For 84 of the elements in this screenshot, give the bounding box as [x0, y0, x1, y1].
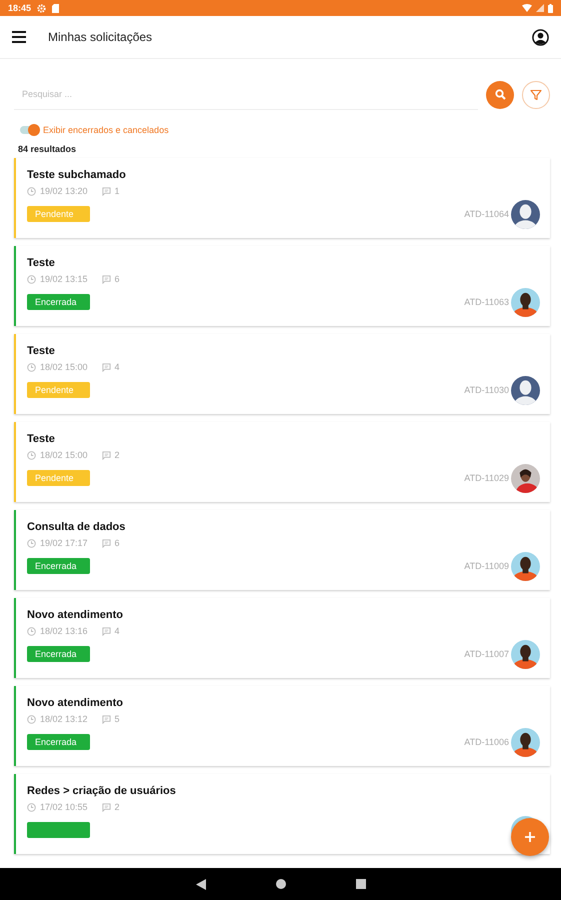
- request-title: Consulta de dados: [27, 521, 126, 533]
- clock-icon: [27, 274, 36, 284]
- request-title: Redes > criação de usuários: [27, 785, 177, 797]
- request-code: ATD-11064: [464, 209, 509, 219]
- gear-icon: [37, 4, 46, 12]
- status-badge: [27, 822, 90, 838]
- search-field[interactable]: Pesquisar ...: [14, 79, 478, 110]
- battery-icon: [548, 4, 553, 12]
- request-date: 18/02 13:16: [40, 626, 88, 636]
- plus-icon: [524, 831, 536, 843]
- comment-icon: [102, 714, 111, 724]
- request-title: Novo atendimento: [27, 609, 124, 621]
- comment-count: 6: [114, 538, 120, 548]
- comment-icon: [102, 626, 111, 636]
- comment-icon: [102, 538, 111, 548]
- toggle-switch[interactable]: [20, 124, 40, 136]
- comment-count: 2: [114, 450, 120, 460]
- request-card[interactable]: Consulta de dados 19/02 17:17 6 Encerrada ATD-11009: [14, 510, 550, 590]
- request-date: 19/02 13:15: [40, 274, 88, 284]
- comment-count: 6: [114, 274, 120, 284]
- status-badge: Pendente: [27, 470, 90, 486]
- status-badge: Encerrada: [27, 734, 90, 750]
- request-date: 19/02 17:17: [40, 538, 88, 548]
- request-title: Teste: [27, 257, 56, 269]
- request-card[interactable]: Teste 18/02 15:00 4 Pendente ATD-11030: [14, 334, 550, 414]
- request-card[interactable]: Redes > criação de usuários 17/02 10:55 2: [14, 774, 550, 854]
- request-code: ATD-11009: [464, 561, 509, 571]
- comment-icon: [102, 274, 111, 284]
- request-card[interactable]: Novo atendimento 18/02 13:16 4 Encerrada ATD-11007: [14, 598, 550, 678]
- comment-count: 5: [114, 714, 120, 724]
- recents-icon[interactable]: [356, 879, 366, 889]
- status-time: 18:45: [8, 3, 32, 13]
- comment-icon: [102, 802, 111, 812]
- status-badge: Pendente: [27, 382, 90, 398]
- request-code: ATD-11006: [464, 737, 509, 747]
- toggle-label: Exibir encerrados e cancelados: [43, 125, 169, 135]
- request-title: Teste subchamado: [27, 169, 127, 181]
- filter-icon: [530, 88, 542, 100]
- comment-icon: [102, 450, 111, 460]
- request-date: 18/02 15:00: [40, 450, 88, 460]
- signal-icon: [536, 4, 544, 12]
- filter-button[interactable]: [522, 80, 550, 108]
- status-badge: Encerrada: [27, 646, 90, 662]
- clock-icon: [27, 450, 36, 460]
- request-code: ATD-11030: [464, 385, 509, 395]
- sd-card-icon: [52, 4, 60, 12]
- home-icon[interactable]: [276, 879, 286, 889]
- request-card[interactable]: Novo atendimento 18/02 13:12 5 Encerrada ATD-11006: [14, 686, 550, 766]
- search-icon: [494, 89, 506, 100]
- status-badge: Encerrada: [27, 294, 90, 310]
- status-badge: Pendente: [27, 206, 90, 222]
- clock-icon: [27, 714, 36, 724]
- request-date: 17/02 10:55: [40, 802, 88, 812]
- request-title: Teste: [27, 345, 56, 357]
- screen-title: Minhas solicitações: [48, 30, 152, 44]
- request-date: 18/02 13:12: [40, 714, 88, 724]
- clock-icon: [27, 362, 36, 372]
- request-title: Novo atendimento: [27, 697, 124, 709]
- comment-count: 2: [114, 802, 120, 812]
- request-code: ATD-11063: [464, 297, 509, 307]
- clock-icon: [27, 802, 36, 812]
- menu-icon[interactable]: [12, 31, 26, 43]
- request-title: Teste: [27, 433, 56, 445]
- search-button[interactable]: [486, 80, 514, 108]
- clock-icon: [27, 626, 36, 636]
- request-card[interactable]: Teste 19/02 13:15 6 Encerrada ATD-11063: [14, 246, 550, 326]
- request-card[interactable]: Teste subchamado 19/02 13:20 1 Pendente ATD-11064: [14, 158, 550, 238]
- clock-icon: [27, 186, 36, 196]
- request-date: 19/02 13:20: [40, 186, 88, 196]
- status-badge: Encerrada: [27, 558, 90, 574]
- account-icon[interactable]: [532, 28, 549, 46]
- comment-count: 4: [114, 626, 120, 636]
- request-code: ATD-11029: [464, 473, 509, 483]
- request-card[interactable]: Teste 18/02 15:00 2 Pendente ATD-11029: [14, 422, 550, 502]
- back-icon[interactable]: [196, 878, 206, 890]
- comment-count: 4: [114, 362, 120, 372]
- result-count: 84 resultados: [18, 144, 78, 154]
- comment-icon: [102, 362, 111, 372]
- wifi-icon: [522, 4, 532, 12]
- clock-icon: [27, 538, 36, 548]
- comment-count: 1: [114, 186, 120, 196]
- request-date: 18/02 15:00: [40, 362, 88, 372]
- comment-icon: [102, 186, 111, 196]
- request-code: ATD-11007: [464, 649, 509, 659]
